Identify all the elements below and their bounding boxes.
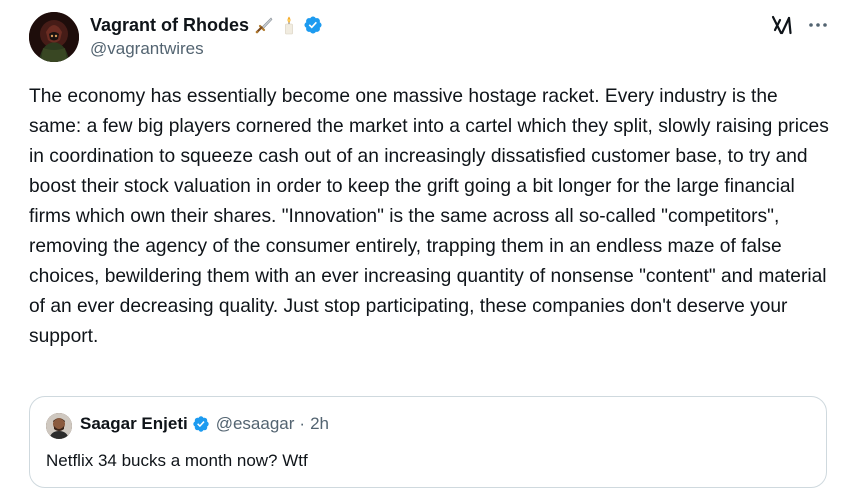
tweet-text: The economy has essentially become one m…: [29, 86, 835, 347]
quote-author-handle[interactable]: @esaagar: [216, 414, 295, 434]
candle-icon: [279, 15, 299, 35]
quote-header: Saagar Enjeti @esaagar · 2h: [80, 414, 329, 434]
author-name-row: Vagrant of Rhodes: [90, 12, 323, 38]
tweet: Vagrant of Rhodes @vagrantwires The econ…: [0, 0, 851, 500]
quote-text: Netflix 34 bucks a month now? Wtf: [46, 451, 308, 470]
verified-badge-icon: [303, 15, 323, 35]
author-avatar[interactable]: [29, 12, 79, 62]
author-handle[interactable]: @vagrantwires: [90, 39, 323, 59]
tweet-header: Vagrant of Rhodes @vagrantwires: [90, 12, 323, 59]
more-horizontal-icon[interactable]: [806, 15, 830, 35]
quote-author-name[interactable]: Saagar Enjeti: [80, 414, 188, 434]
dagger-icon: [254, 15, 274, 35]
quote-separator: ·: [299, 414, 306, 433]
quoted-tweet[interactable]: Saagar Enjeti @esaagar · 2h Netflix 34 b…: [29, 396, 827, 488]
quote-verified-badge-icon: [192, 415, 210, 433]
quote-timestamp[interactable]: 2h: [310, 414, 329, 434]
author-display-name[interactable]: Vagrant of Rhodes: [90, 15, 249, 36]
quote-author-avatar[interactable]: [46, 413, 72, 439]
grok-icon[interactable]: [771, 14, 793, 36]
